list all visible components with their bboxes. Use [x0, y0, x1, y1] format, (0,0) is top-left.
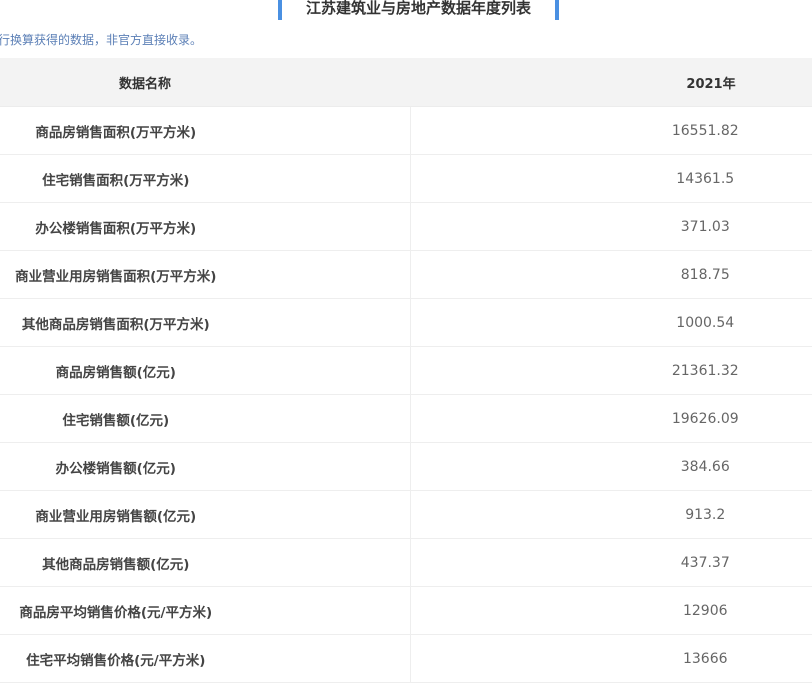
row-value: 12906 — [410, 586, 812, 635]
row-name: 其他商品房销售额(亿元) — [0, 538, 411, 587]
row-value: 371.03 — [410, 202, 812, 251]
table-header-row: 数据名称 2021年 — [0, 58, 812, 107]
row-value: 14361.5 — [410, 154, 812, 203]
row-value: 19626.09 — [410, 394, 812, 443]
row-name: 住宅销售面积(万平方米) — [0, 154, 411, 203]
row-value: 818.75 — [410, 250, 812, 299]
row-value: 1000.54 — [410, 298, 812, 347]
table-row: 住宅销售面积(万平方米) 14361.5 — [0, 154, 812, 203]
row-value: 21361.32 — [410, 346, 812, 395]
table-row: 商业营业用房销售面积(万平方米) 818.75 — [0, 250, 812, 299]
row-name: 办公楼销售额(亿元) — [0, 442, 411, 491]
row-name: 住宅平均销售价格(元/平方米) — [0, 634, 411, 683]
row-name: 商业营业用房销售额(亿元) — [0, 490, 411, 539]
row-name: 商业营业用房销售面积(万平方米) — [0, 250, 411, 299]
column-header-name: 数据名称 — [0, 58, 410, 107]
table-row: 商业营业用房销售额(亿元) 913.2 — [0, 490, 812, 539]
column-header-year: 2021年 — [410, 58, 812, 107]
table-row: 住宅销售额(亿元) 19626.09 — [0, 394, 812, 443]
data-note: 行换算获得的数据，非官方直接收录。 — [0, 33, 203, 47]
row-name: 商品房平均销售价格(元/平方米) — [0, 586, 411, 635]
row-value: 437.37 — [410, 538, 812, 587]
table-row: 住宅平均销售价格(元/平方米) 13666 — [0, 634, 812, 683]
title-bar: 江苏建筑业与房地产数据年度列表 — [0, 0, 812, 22]
row-name: 商品房销售额(亿元) — [0, 346, 411, 395]
row-name: 住宅销售额(亿元) — [0, 394, 411, 443]
row-name: 办公楼销售面积(万平方米) — [0, 202, 411, 251]
table-row: 其他商品房销售面积(万平方米) 1000.54 — [0, 298, 812, 347]
row-value: 913.2 — [410, 490, 812, 539]
row-value: 384.66 — [410, 442, 812, 491]
title-box: 江苏建筑业与房地产数据年度列表 — [278, 0, 559, 20]
page-title: 江苏建筑业与房地产数据年度列表 — [305, 0, 531, 17]
table-row: 办公楼销售额(亿元) 384.66 — [0, 442, 812, 491]
page: 江苏建筑业与房地产数据年度列表 行换算获得的数据，非官方直接收录。 数据名称 2… — [0, 0, 812, 685]
table-row: 商品房平均销售价格(元/平方米) 12906 — [0, 586, 812, 635]
row-name: 商品房销售面积(万平方米) — [0, 106, 411, 155]
row-value: 16551.82 — [410, 106, 812, 155]
table-row: 办公楼销售面积(万平方米) 371.03 — [0, 202, 812, 251]
row-value: 13666 — [410, 634, 812, 683]
table-row: 商品房销售面积(万平方米) 16551.82 — [0, 106, 812, 155]
table-row: 商品房销售额(亿元) 21361.32 — [0, 346, 812, 395]
row-name: 其他商品房销售面积(万平方米) — [0, 298, 411, 347]
table-row: 其他商品房销售额(亿元) 437.37 — [0, 538, 812, 587]
data-table: 数据名称 2021年 商品房销售面积(万平方米) 16551.82 住宅销售面积… — [0, 58, 812, 683]
